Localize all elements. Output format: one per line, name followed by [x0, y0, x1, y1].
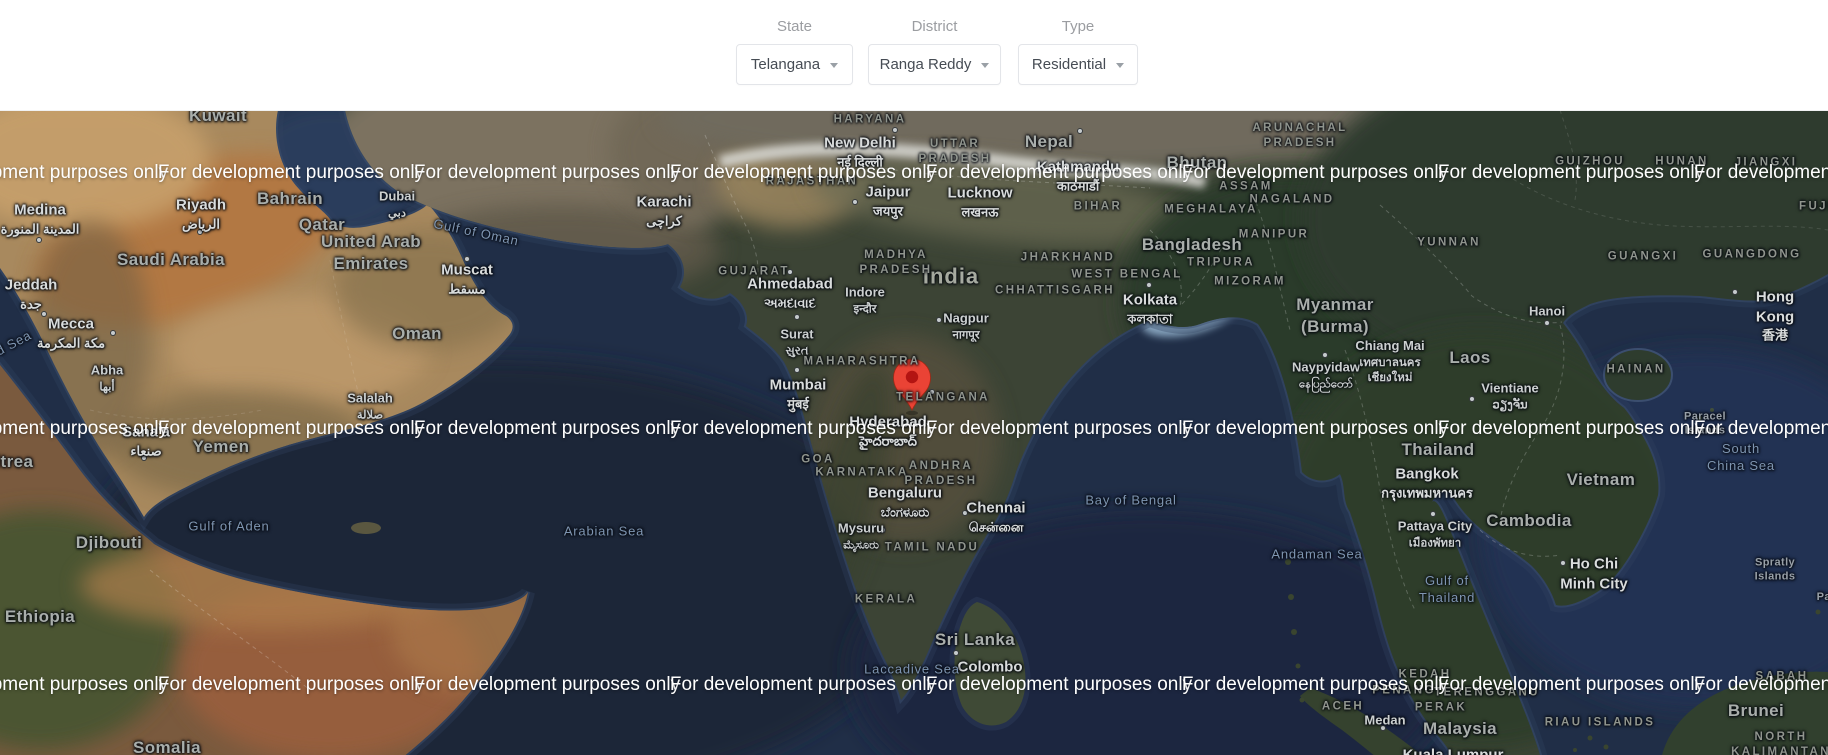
- district-dropdown-value: Ranga Reddy: [879, 56, 972, 73]
- type-dropdown[interactable]: Residential: [1018, 44, 1138, 85]
- city-dot: [962, 510, 968, 516]
- state-dropdown[interactable]: Telangana: [736, 44, 853, 85]
- state-label: State: [776, 18, 813, 35]
- map-canvas[interactable]: Kuwait Bahrain Qatar United Arab Emirates Om…: [0, 110, 1828, 755]
- city-dot: [1385, 377, 1391, 383]
- state-dropdown-value: Telangana: [750, 56, 821, 73]
- city-dot: [464, 256, 470, 262]
- type-dropdown-value: Residential: [1031, 56, 1107, 73]
- filter-group-district: District Ranga Reddy: [868, 18, 1001, 85]
- city-dot: [902, 510, 908, 516]
- city-dot: [1322, 352, 1328, 358]
- filter-bar: State Telangana District Ranga Reddy Typ…: [0, 0, 1828, 111]
- city-dot: [880, 527, 886, 533]
- city-dot: [787, 269, 793, 275]
- city-dot: [1732, 289, 1738, 295]
- district-dropdown[interactable]: Ranga Reddy: [868, 44, 1001, 85]
- chevron-down-icon: [981, 63, 990, 68]
- city-dot: [1146, 282, 1152, 288]
- city-dot: [794, 314, 800, 320]
- city-dot: [1422, 493, 1428, 499]
- city-dot: [41, 311, 47, 317]
- city-dot: [1544, 320, 1550, 326]
- filter-group-type: Type Residential: [1018, 18, 1138, 85]
- city-dot: [110, 330, 116, 336]
- city-dot: [1560, 560, 1566, 566]
- city-dot: [1430, 511, 1436, 517]
- district-label: District: [911, 18, 958, 35]
- city-dot: [197, 229, 203, 235]
- city-dot: [1380, 725, 1386, 731]
- city-dot: [852, 199, 858, 205]
- chevron-down-icon: [830, 63, 839, 68]
- city-dot: [929, 389, 935, 395]
- city-dot: [794, 367, 800, 373]
- chevron-down-icon: [1116, 63, 1125, 68]
- filter-group-state: State Telangana: [736, 18, 853, 85]
- city-dot: [892, 127, 898, 133]
- city-dot: [36, 237, 42, 243]
- city-dot: [1469, 396, 1475, 402]
- type-label: Type: [1061, 18, 1095, 35]
- city-dot: [936, 317, 942, 323]
- city-dot: [1077, 128, 1083, 134]
- city-dot: [953, 650, 959, 656]
- satellite-map-art: [0, 110, 1828, 755]
- city-dot: [141, 455, 147, 461]
